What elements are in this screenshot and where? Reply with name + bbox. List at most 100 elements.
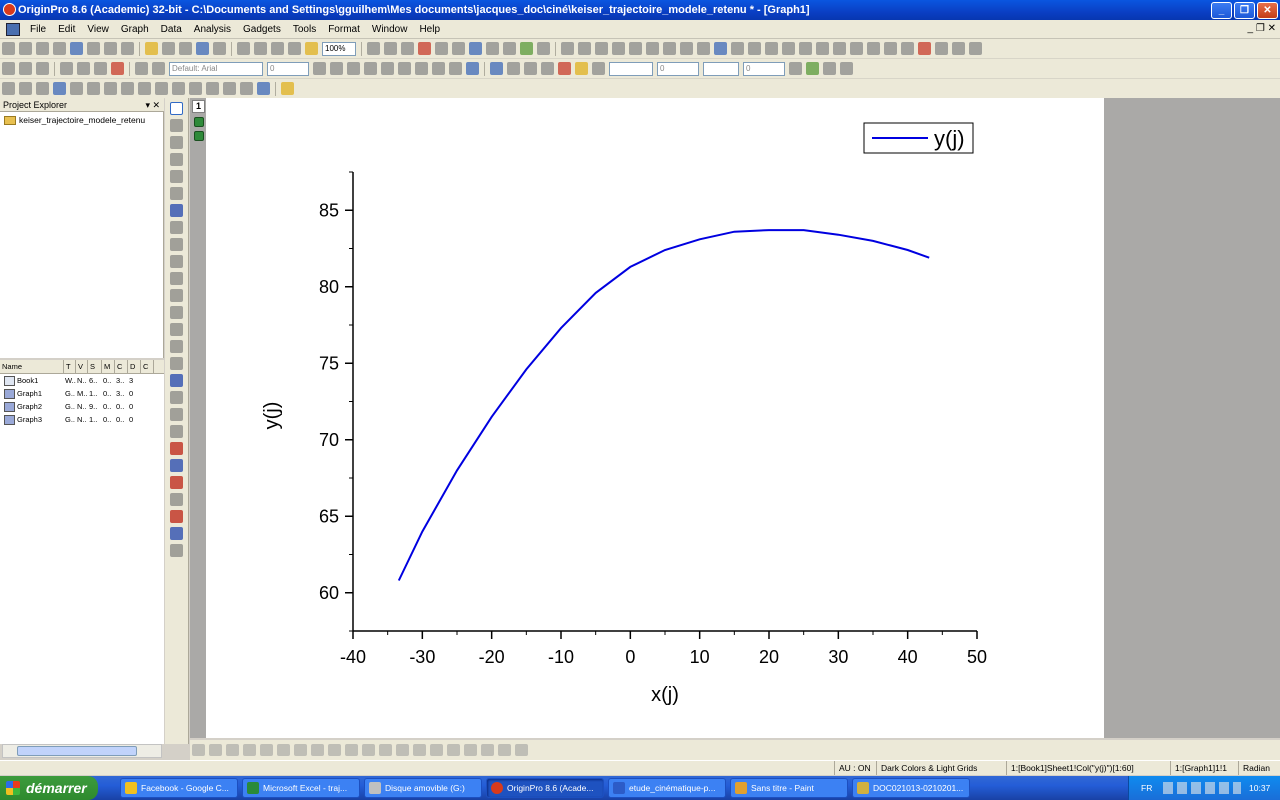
border-width-combo[interactable]: 0 <box>743 62 785 76</box>
pattern-color-icon[interactable] <box>806 62 819 75</box>
code-builder-icon[interactable] <box>452 42 465 55</box>
restore-button[interactable]: ❐ <box>1234 2 1255 19</box>
template-icon[interactable] <box>19 82 32 95</box>
image-icon[interactable] <box>223 82 236 95</box>
rotate-icon[interactable] <box>170 357 183 370</box>
layer-icon[interactable] <box>503 42 516 55</box>
add-axis-icon[interactable] <box>121 82 134 95</box>
area-plot-icon[interactable] <box>170 493 183 506</box>
font-combo[interactable]: Default: Arial <box>169 62 263 76</box>
table-border-icon[interactable] <box>823 62 836 75</box>
scrollbar-thumb[interactable] <box>17 746 137 756</box>
cut-icon[interactable] <box>2 62 15 75</box>
open-template-icon[interactable] <box>162 42 175 55</box>
help-icon[interactable] <box>257 82 270 95</box>
x-axis-icon[interactable] <box>697 42 710 55</box>
rescale-icon[interactable] <box>53 82 66 95</box>
mask-icon[interactable] <box>60 62 73 75</box>
menu-data[interactable]: Data <box>155 20 188 39</box>
set-values-icon[interactable] <box>612 42 625 55</box>
add-layer-icon[interactable] <box>520 42 533 55</box>
grid-icon[interactable] <box>901 42 914 55</box>
recalculate-icon[interactable] <box>305 42 318 55</box>
font-size-combo[interactable]: 0 <box>267 62 309 76</box>
paste-icon[interactable] <box>36 62 49 75</box>
script-window-icon[interactable] <box>486 42 499 55</box>
align-left-icon[interactable] <box>192 744 205 756</box>
last-row-icon[interactable] <box>867 42 880 55</box>
align-horizontal-icon[interactable] <box>277 744 290 756</box>
layer-left-icon[interactable] <box>464 744 477 756</box>
column-plot-icon[interactable] <box>170 442 183 455</box>
gadget-icon[interactable] <box>918 42 931 55</box>
column-chart-icon[interactable] <box>646 42 659 55</box>
menu-gadgets[interactable]: Gadgets <box>237 20 287 39</box>
col-c2[interactable]: C <box>141 360 154 373</box>
subscript-icon[interactable] <box>381 62 394 75</box>
data-selector-icon[interactable] <box>170 187 183 200</box>
col-width-icon[interactable] <box>524 62 537 75</box>
menu-tools[interactable]: Tools <box>287 20 322 39</box>
sort-icon[interactable] <box>578 42 591 55</box>
list-item[interactable]: Book1 W.. N.. 6.. 0.. 3.. 3 <box>0 374 164 387</box>
graph-template-icon[interactable] <box>170 374 183 387</box>
start-button[interactable]: démarrer <box>0 776 98 800</box>
project-explorer-icon[interactable] <box>469 42 482 55</box>
align-vertical-icon[interactable] <box>260 744 273 756</box>
graph-page[interactable]: -40 -30 -20 -10 0 10 20 30 40 50 60 65 70 75 80 85 x(j)… <box>206 98 1104 738</box>
waterfall-icon[interactable] <box>170 527 183 540</box>
layer-content-icon[interactable] <box>70 82 83 95</box>
menu-help[interactable]: Help <box>413 20 446 39</box>
tray-icons[interactable] <box>1163 782 1241 794</box>
pattern-icon[interactable] <box>789 62 802 75</box>
import-wizard-icon[interactable] <box>271 42 284 55</box>
rectangle-tool-icon[interactable] <box>170 323 183 336</box>
import-multiple-icon[interactable] <box>254 42 267 55</box>
open-excel-icon[interactable] <box>179 42 192 55</box>
align-bottom-icon[interactable] <box>243 744 256 756</box>
task-document[interactable]: DOC021013-0210201... <box>852 778 970 798</box>
same-width-icon[interactable] <box>396 744 409 756</box>
project-folder[interactable]: keiser_trajectoire_modele_retenu <box>4 115 145 125</box>
next-row-icon[interactable] <box>850 42 863 55</box>
copy-page-icon[interactable] <box>401 42 414 55</box>
draw-icon[interactable] <box>281 82 294 95</box>
align-right-icon[interactable] <box>209 744 222 756</box>
save-icon[interactable] <box>196 42 209 55</box>
col-s[interactable]: S <box>88 360 102 373</box>
task-excel[interactable]: Microsoft Excel - traj... <box>242 778 360 798</box>
col-d[interactable]: D <box>128 360 141 373</box>
bold-icon[interactable] <box>313 62 326 75</box>
lock-icon[interactable] <box>194 117 204 127</box>
split-cells-icon[interactable] <box>507 62 520 75</box>
arrange-icon[interactable] <box>537 42 550 55</box>
table-grid-icon[interactable] <box>840 62 853 75</box>
col-m[interactable]: M <box>102 360 115 373</box>
list-item[interactable]: Graph1 G.. M.. 1.. 0.. 3.. 0 <box>0 387 164 400</box>
lock-icon[interactable] <box>194 131 204 141</box>
hand-icon[interactable] <box>170 340 183 353</box>
pointer-icon[interactable] <box>170 102 183 115</box>
menu-view[interactable]: View <box>81 20 115 39</box>
fit-icon[interactable] <box>884 42 897 55</box>
draw-data-icon[interactable] <box>170 238 183 251</box>
list-item[interactable]: Graph2 G.. N.. 9.. 0.. 0.. 0 <box>0 400 164 413</box>
label-icon[interactable] <box>765 42 778 55</box>
menu-format[interactable]: Format <box>322 20 366 39</box>
new-function-icon[interactable] <box>104 42 117 55</box>
refresh-icon[interactable] <box>384 42 397 55</box>
superscript-icon[interactable] <box>364 62 377 75</box>
graph-window-icon[interactable] <box>6 22 20 36</box>
peak-analyzer-icon[interactable] <box>189 82 202 95</box>
list-item[interactable]: Graph3 G.. N.. 1.. 0.. 0.. 0 <box>0 413 164 426</box>
fft-icon[interactable] <box>172 82 185 95</box>
template-library-icon[interactable] <box>170 544 183 557</box>
scatter-plot-icon[interactable] <box>170 408 183 421</box>
print-icon[interactable] <box>367 42 380 55</box>
back-icon[interactable] <box>311 744 324 756</box>
layer-right-icon[interactable] <box>481 744 494 756</box>
text-tool-icon[interactable] <box>170 272 183 285</box>
arrow-tool-icon[interactable] <box>170 289 183 302</box>
horizontal-scrollbar[interactable] <box>2 744 162 758</box>
zoom-out-icon[interactable] <box>170 136 183 149</box>
